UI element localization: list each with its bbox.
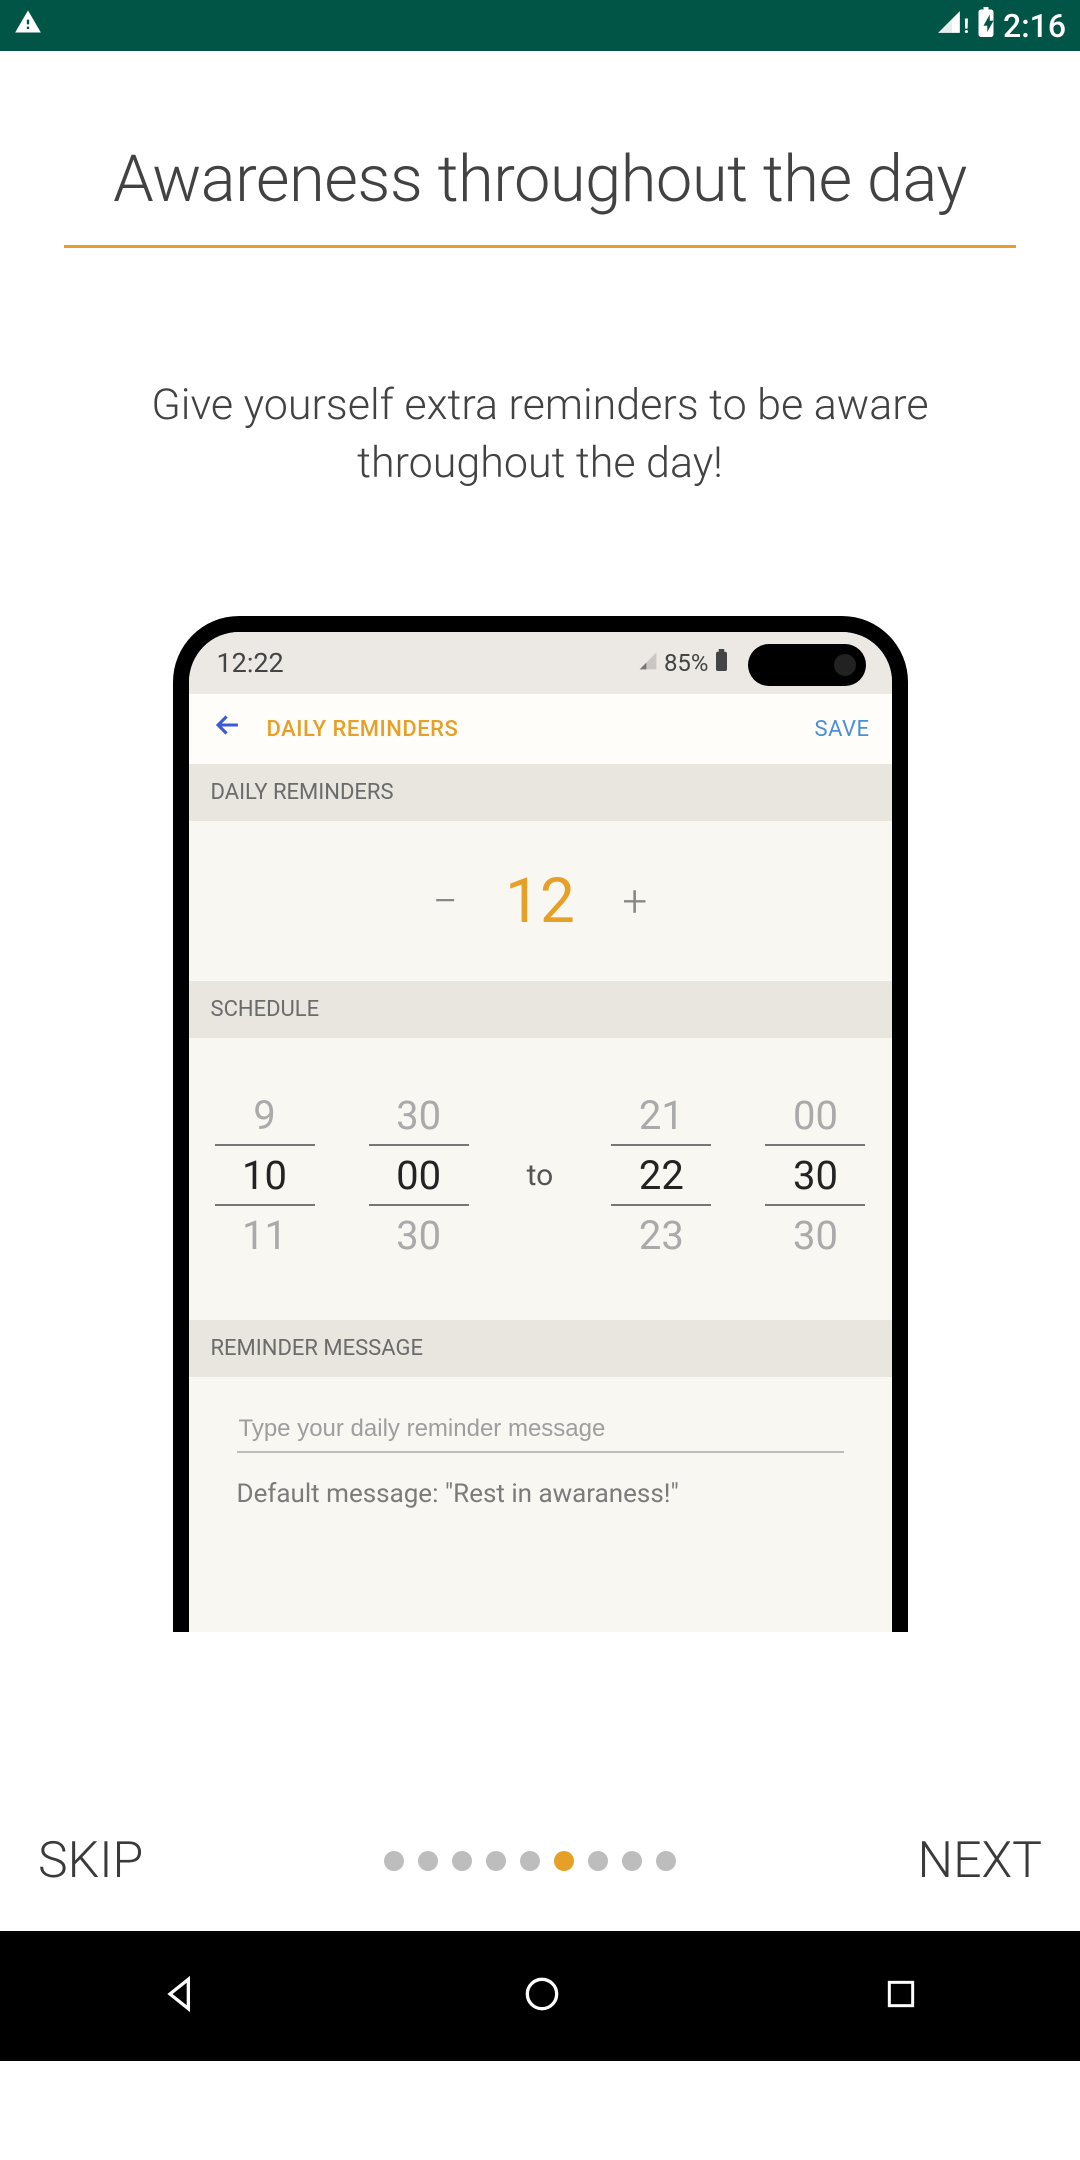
page-dot[interactable] (486, 1851, 506, 1871)
from-minute-picker[interactable]: 30 00 30 (369, 1086, 469, 1264)
page-dot[interactable] (622, 1851, 642, 1871)
warning-icon (14, 8, 42, 44)
reminder-message-input[interactable] (237, 1407, 844, 1453)
nav-recent-icon[interactable] (881, 1974, 921, 2018)
reminder-count-row: − 12 + (189, 821, 892, 981)
page-title: Awareness throughout the day (113, 141, 967, 217)
signal-alert-icon: ! (964, 14, 969, 38)
schedule-to-label: to (523, 1158, 558, 1193)
nav-back-icon[interactable] (159, 1972, 203, 2020)
onboarding-controls: SKIP NEXT (0, 1791, 1080, 1931)
onboarding-page: Awareness throughout the day Give yourse… (0, 51, 1080, 1931)
page-dot[interactable] (656, 1851, 676, 1871)
inner-signal-icon (638, 649, 658, 677)
page-dot[interactable] (554, 1851, 574, 1871)
page-dot[interactable] (452, 1851, 472, 1871)
android-nav-bar (0, 1931, 1080, 2061)
page-subtitle: Give yourself extra reminders to be awar… (40, 376, 1040, 492)
battery-charging-icon (977, 7, 995, 45)
app-bar: DAILY REMINDERS SAVE (189, 694, 892, 764)
page-dot[interactable] (384, 1851, 404, 1871)
reminder-count-value: 12 (505, 865, 575, 938)
page-dot[interactable] (588, 1851, 608, 1871)
from-hour-picker[interactable]: 9 10 11 (215, 1086, 315, 1264)
phone-mockup: 12:22 85% D (173, 616, 908, 1632)
app-bar-title: DAILY REMINDERS (267, 717, 815, 742)
android-status-bar: ! 2:16 (0, 0, 1080, 51)
skip-button[interactable]: SKIP (38, 1832, 143, 1890)
to-minute-picker[interactable]: 00 30 30 (765, 1086, 865, 1264)
default-message-text: Default message: "Rest in awaraness!" (237, 1479, 844, 1509)
schedule-picker: 9 10 11 30 00 30 to 21 22 23 (189, 1038, 892, 1320)
status-bar-time: 2:16 (1003, 7, 1066, 45)
inner-status-time: 12:22 (217, 647, 284, 679)
section-header-message: REMINDER MESSAGE (189, 1320, 892, 1377)
camera-cutout (748, 644, 866, 686)
page-dot[interactable] (418, 1851, 438, 1871)
inner-battery-percent: 85% (664, 649, 709, 677)
inner-battery-icon (715, 649, 728, 677)
nav-home-icon[interactable] (520, 1972, 564, 2020)
decrement-button[interactable]: − (425, 875, 465, 927)
cell-signal-icon (936, 8, 962, 43)
page-dot[interactable] (520, 1851, 540, 1871)
to-hour-picker[interactable]: 21 22 23 (611, 1086, 711, 1264)
section-header-reminders: DAILY REMINDERS (189, 764, 892, 821)
back-arrow-icon[interactable] (211, 708, 245, 751)
section-header-schedule: SCHEDULE (189, 981, 892, 1038)
next-button[interactable]: NEXT (918, 1832, 1042, 1890)
title-underline (64, 245, 1016, 248)
save-button[interactable]: SAVE (815, 717, 870, 742)
increment-button[interactable]: + (615, 875, 655, 927)
page-indicator (384, 1851, 676, 1871)
